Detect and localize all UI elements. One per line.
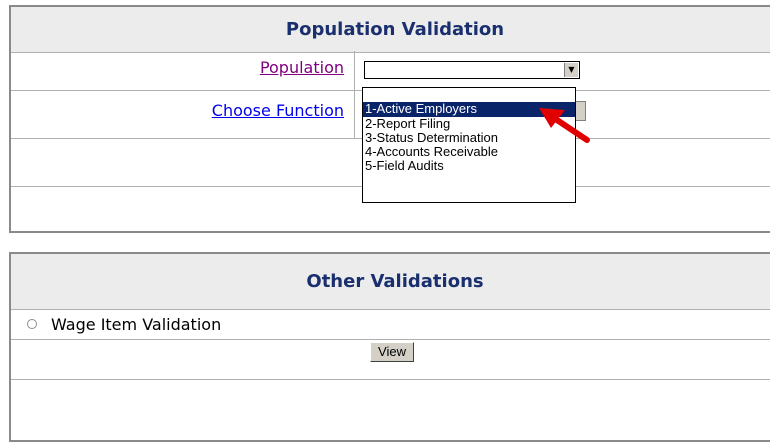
wage-item-row: Wage Item Validation (11, 310, 770, 340)
chevron-down-icon[interactable]: ▼ (564, 63, 578, 77)
other-validations-panel: Other Validations Wage Item Validation V… (9, 252, 770, 442)
population-validation-title: Population Validation (11, 7, 770, 53)
view-button[interactable]: View (370, 342, 414, 362)
population-link[interactable]: Population (260, 58, 344, 77)
view-row: View (11, 340, 770, 380)
red-pointer-arrow-icon (539, 108, 590, 143)
wage-item-label: Wage Item Validation (51, 315, 222, 334)
dropdown-option-field-audits[interactable]: 5-Field Audits (363, 159, 575, 173)
population-row: Population ▼ (11, 51, 770, 91)
population-select[interactable]: ▼ (364, 61, 580, 79)
dropdown-option-blank[interactable] (363, 88, 575, 102)
choose-function-link[interactable]: Choose Function (212, 101, 344, 120)
dropdown-option-accounts-receivable[interactable]: 4-Accounts Receivable (363, 145, 575, 159)
other-validations-title: Other Validations (11, 254, 770, 310)
wage-item-radio[interactable] (27, 319, 37, 329)
